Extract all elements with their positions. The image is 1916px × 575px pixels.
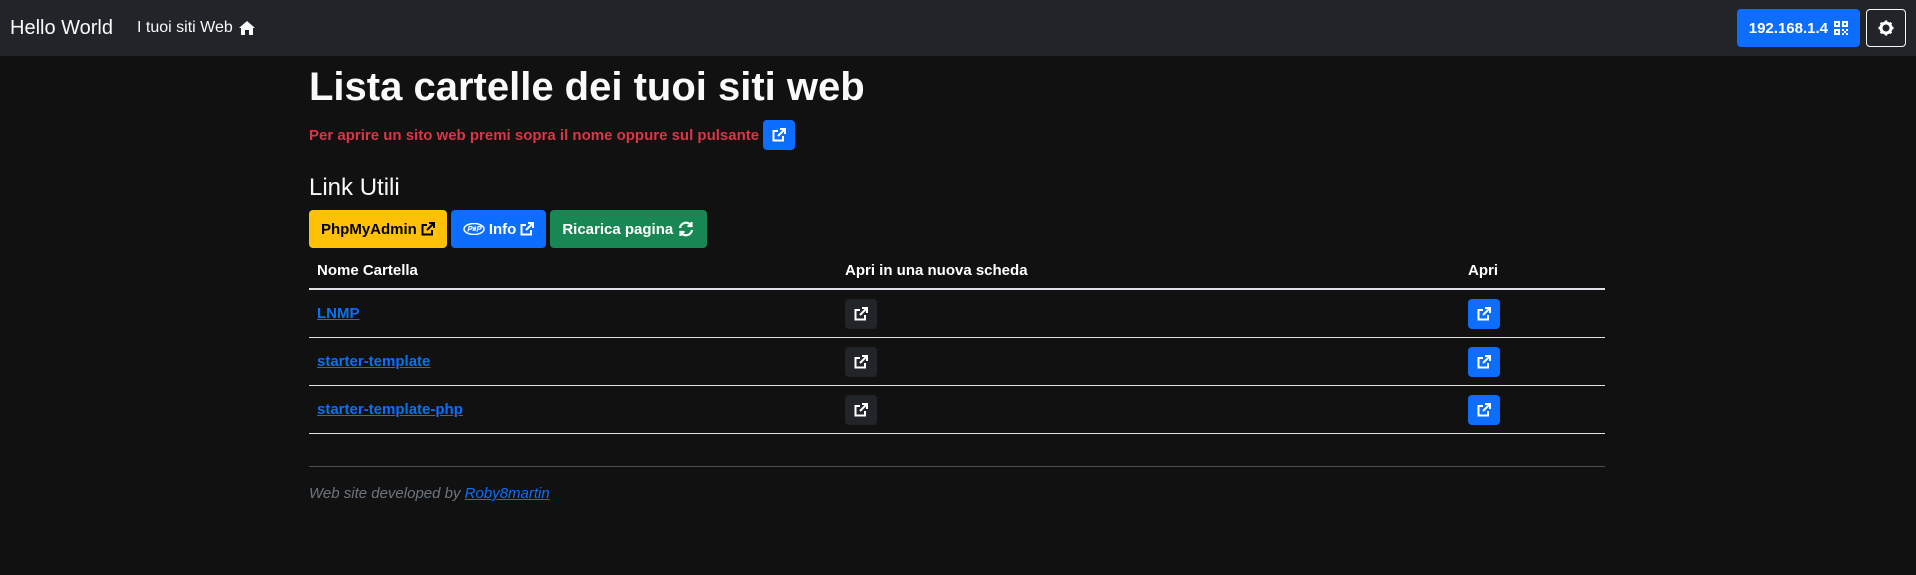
phpmyadmin-button[interactable]: PhpMyAdmin	[309, 210, 447, 248]
external-link-icon	[1477, 306, 1491, 321]
footer-author-link[interactable]: Roby8martin	[465, 485, 550, 502]
external-link-icon	[520, 222, 535, 236]
external-link-icon	[421, 222, 435, 236]
table-row: starter-template	[309, 337, 1605, 386]
phpmyadmin-label: PhpMyAdmin	[321, 220, 417, 238]
header-open-new-tab: Apri in una nuova scheda	[837, 252, 1460, 290]
header-open: Apri	[1460, 252, 1605, 290]
external-link-icon	[1477, 402, 1491, 417]
nav-link-sites[interactable]: I tuoi siti Web	[137, 19, 255, 37]
table-header-row: Nome Cartella Apri in una nuova scheda A…	[309, 252, 1605, 290]
nav-link-label: I tuoi siti Web	[137, 19, 233, 36]
open-button[interactable]	[1468, 298, 1500, 329]
links-title: Link Utili	[309, 174, 400, 201]
navbar-brand[interactable]: Hello World	[10, 17, 113, 40]
table-row: starter-template-php	[309, 385, 1605, 434]
settings-button[interactable]	[1866, 9, 1906, 47]
php-icon	[463, 223, 485, 235]
header-folder-name: Nome Cartella	[309, 252, 837, 290]
info-label: Info	[488, 220, 517, 238]
open-new-tab-button[interactable]	[845, 298, 877, 329]
external-link-icon	[1477, 354, 1491, 369]
footer-divider	[309, 466, 1605, 467]
external-link-icon	[854, 306, 868, 321]
site-link[interactable]: starter-template-php	[317, 401, 463, 418]
open-button[interactable]	[1468, 346, 1500, 377]
site-link[interactable]: starter-template	[317, 353, 430, 370]
page-title: Lista cartelle dei tuoi siti web	[309, 65, 865, 109]
gear-icon	[1878, 20, 1894, 36]
refresh-icon	[677, 221, 695, 237]
hint-external-link-button	[763, 120, 796, 150]
ip-label: 192.168.1.4	[1748, 19, 1828, 37]
site-link[interactable]: LNMP	[317, 305, 360, 322]
hint-text: Per aprire un sito web premi sopra il no…	[309, 126, 760, 144]
external-link-icon	[854, 354, 868, 369]
footer: Web site developed by Roby8martin	[309, 485, 1605, 502]
reload-label: Ricarica pagina	[562, 220, 674, 238]
ip-qr-button[interactable]: 192.168.1.4	[1736, 9, 1860, 47]
info-button[interactable]: Info	[450, 210, 547, 248]
open-button[interactable]	[1468, 394, 1500, 425]
reload-page-button[interactable]: Ricarica pagina	[550, 210, 708, 248]
external-link-icon	[854, 402, 868, 417]
navbar: Hello World I tuoi siti Web 192.168.1.4	[0, 0, 1916, 56]
hint-row: Per aprire un sito web premi sopra il no…	[309, 120, 1605, 150]
useful-links: PhpMyAdmin Info Ricarica pagina	[309, 210, 1605, 248]
main-content: Lista cartelle dei tuoi siti web Per apr…	[309, 56, 1605, 502]
home-icon	[238, 21, 255, 35]
table-row: LNMP	[309, 289, 1605, 338]
qr-code-icon	[1834, 21, 1848, 35]
external-link-icon	[772, 128, 787, 142]
open-new-tab-button[interactable]	[845, 394, 877, 425]
open-new-tab-button[interactable]	[845, 346, 877, 377]
sites-table: Nome Cartella Apri in una nuova scheda A…	[309, 252, 1605, 434]
footer-text: Web site developed by	[309, 485, 461, 502]
